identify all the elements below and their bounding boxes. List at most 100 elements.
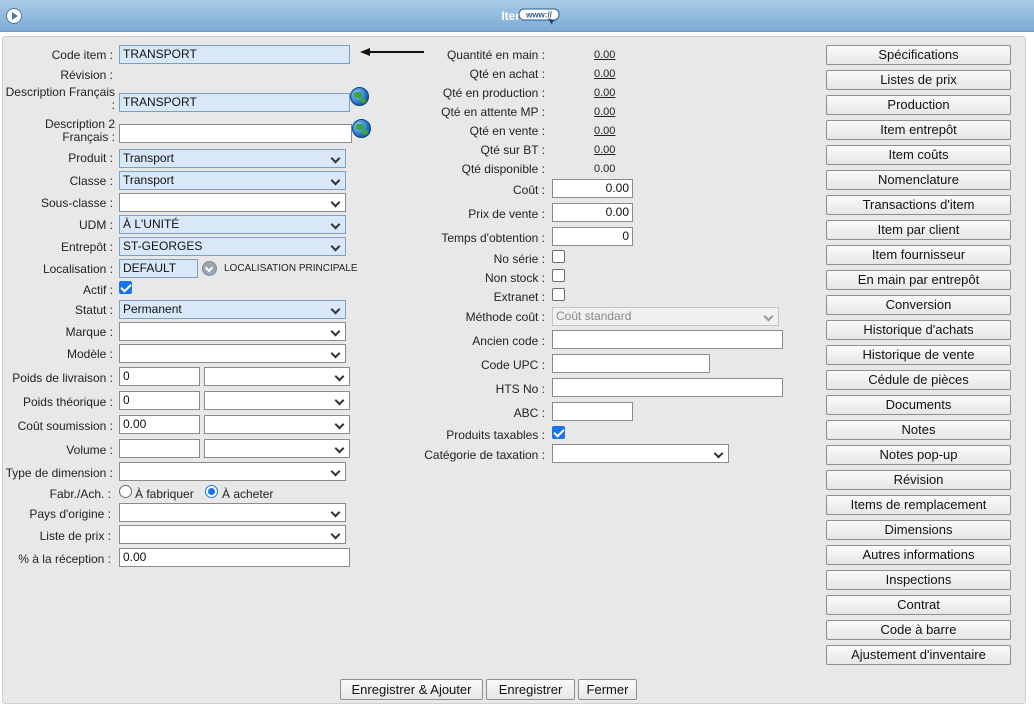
description-fr-label: Description Français : [5,85,115,112]
no-serie-checkbox[interactable] [552,250,565,263]
qte-en-achat-value[interactable]: 0.00 [594,68,615,80]
hts-no-input[interactable] [552,378,783,397]
side-button-listes-de-prix[interactable]: Listes de prix [826,70,1011,90]
side-button-conversion[interactable]: Conversion [826,295,1011,315]
description2-fr-label: Description 2 Français : [44,117,115,144]
localisation-input[interactable]: DEFAULT [119,259,198,278]
close-button[interactable]: Fermer [578,679,637,700]
side-button-inspections[interactable]: Inspections [826,570,1011,590]
qte-en-attente-mp-label: Qté en attente MP : [441,105,545,119]
localisation-lookup-icon[interactable] [202,261,217,276]
qte-disponible-value: 0.00 [594,163,616,175]
cout-input[interactable]: 0.00 [552,179,633,198]
side-button-contrat[interactable]: Contrat [826,595,1011,615]
cout-soumission-unit-select[interactable] [204,415,350,434]
modele-select[interactable] [119,344,346,363]
a-acheter-radio[interactable] [205,485,218,498]
categorie-taxation-label: Catégorie de taxation : [424,448,545,462]
side-button-cedule-de-pieces[interactable]: Cédule de pièces [826,370,1011,390]
qte-sur-bt-value[interactable]: 0.00 [594,144,615,156]
side-button-item-couts[interactable]: Item coûts [826,145,1011,165]
side-button-production[interactable]: Production [826,95,1011,115]
side-button-historique-d-achats[interactable]: Historique d'achats [826,320,1011,340]
code-item-label: Code item : [51,48,113,62]
udm-select[interactable]: À L'UNITÉ [119,215,346,234]
type-dimension-label: Type de dimension : [5,466,113,480]
title-bar: Items www:// [0,0,1034,32]
temps-obtention-input[interactable]: 0 [552,227,633,246]
side-button-notes-pop-up[interactable]: Notes pop-up [826,445,1011,465]
marque-select[interactable] [119,322,346,341]
globe-translate-icon[interactable] [350,87,369,106]
classe-select[interactable]: Transport [119,171,346,190]
type-dimension-select[interactable] [119,462,346,481]
side-button-en-main-par-entrepot[interactable]: En main par entrepôt [826,270,1011,290]
poids-livraison-unit-select[interactable] [204,367,350,386]
qte-en-vente-value[interactable]: 0.00 [594,125,615,137]
side-button-revision[interactable]: Révision [826,470,1011,490]
description2-fr-input[interactable] [119,124,352,143]
poids-livraison-input[interactable]: 0 [119,367,200,386]
volume-label: Volume : [66,443,113,457]
save-button[interactable]: Enregistrer [486,679,575,700]
side-button-transactions-d-item[interactable]: Transactions d'item [826,195,1011,215]
qte-en-production-value[interactable]: 0.00 [594,87,615,99]
categorie-taxation-select[interactable] [552,444,729,463]
non-stock-checkbox[interactable] [552,269,565,282]
prix-vente-input[interactable]: 0.00 [552,203,633,222]
qte-en-main-value[interactable]: 0.00 [594,49,615,61]
code-upc-input[interactable] [552,354,710,373]
produit-select[interactable]: Transport [119,149,346,168]
ancien-code-input[interactable] [552,330,783,349]
description-fr-input[interactable]: TRANSPORT [119,93,350,112]
qte-en-attente-mp-value[interactable]: 0.00 [594,106,615,118]
hts-no-label: HTS No : [495,382,545,396]
side-button-items-de-remplacement[interactable]: Items de remplacement [826,495,1011,515]
side-button-code-a-barre[interactable]: Code à barre [826,620,1011,640]
qte-en-main-label: Quantité en main : [446,48,545,62]
code-item-input[interactable]: TRANSPORT [119,45,350,64]
side-button-nomenclature[interactable]: Nomenclature [826,170,1011,190]
cout-soumission-input[interactable]: 0.00 [119,415,200,434]
volume-unit-select[interactable] [204,439,350,458]
side-button-documents[interactable]: Documents [826,395,1011,415]
qte-en-production-label: Qté en production : [442,86,545,100]
side-button-specifications[interactable]: Spécifications [826,45,1011,65]
liste-prix-select[interactable] [119,525,346,544]
a-fabriquer-radio[interactable] [119,485,132,498]
side-button-item-entrepot[interactable]: Item entrepôt [826,120,1011,140]
www-icon: www:// [518,8,560,25]
produits-taxables-checkbox[interactable] [552,426,565,439]
poids-theorique-input[interactable]: 0 [119,391,200,410]
pays-origine-select[interactable] [119,503,346,522]
qte-sur-bt-label: Qté sur BT : [480,143,545,157]
statut-select[interactable]: Permanent [119,300,346,319]
save-add-button[interactable]: Enregistrer & Ajouter [340,679,483,700]
extranet-checkbox[interactable] [552,288,565,301]
non-stock-label: Non stock : [484,271,545,285]
side-button-item-par-client[interactable]: Item par client [826,220,1011,240]
localisation-principale-note: LOCALISATION PRINCIPALE [224,263,358,274]
sous-classe-select[interactable] [119,193,346,212]
side-button-notes[interactable]: Notes [826,420,1011,440]
abc-input[interactable] [552,402,633,421]
produit-label: Produit : [68,151,113,165]
pct-reception-input[interactable]: 0.00 [119,548,350,567]
side-button-autres-informations[interactable]: Autres informations [826,545,1011,565]
actif-checkbox[interactable] [119,281,132,294]
temps-obtention-label: Temps d'obtention : [441,231,545,245]
entrepot-select[interactable]: ST-GEORGES [119,237,346,256]
code-upc-label: Code UPC : [480,358,545,372]
poids-theorique-unit-select[interactable] [204,391,350,410]
pays-origine-label: Pays d'origine : [29,507,111,521]
side-button-item-fournisseur[interactable]: Item fournisseur [826,245,1011,265]
side-button-dimensions[interactable]: Dimensions [826,520,1011,540]
produits-taxables-label: Produits taxables : [446,428,545,442]
side-button-historique-de-vente[interactable]: Historique de vente [826,345,1011,365]
volume-input[interactable] [119,439,200,458]
methode-cout-label: Méthode coût : [465,310,545,324]
globe-translate-icon-2[interactable] [352,119,371,138]
side-button-ajustement-d-inventaire[interactable]: Ajustement d'inventaire [826,645,1011,665]
actif-label: Actif : [82,283,113,297]
classe-label: Classe : [69,174,113,188]
